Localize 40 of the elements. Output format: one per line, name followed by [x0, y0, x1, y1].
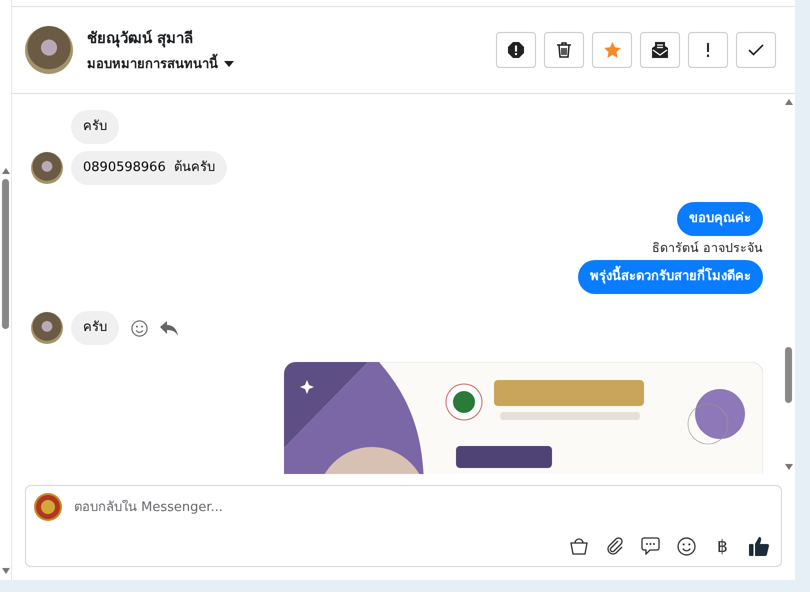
trash-icon — [557, 42, 571, 58]
sender-photo-placeholder — [31, 312, 63, 344]
page-logo-placeholder — [34, 493, 62, 521]
thumbs-up-icon — [748, 536, 768, 556]
message-bubble: ครับ — [71, 110, 119, 144]
currency-button[interactable]: ฿ — [710, 534, 735, 558]
spam-button[interactable] — [496, 32, 536, 68]
message-bubble: 0890598966 ต้นครับ — [71, 151, 227, 185]
message-bubble: ขอบคุณค่ะ — [677, 202, 763, 236]
alert-octagon-icon — [508, 42, 524, 58]
contact-name: ชัยณุวัฒน์ สุมาลี — [87, 28, 194, 50]
reply-icon[interactable] — [160, 320, 178, 336]
caret-icon — [224, 60, 234, 66]
sender-photo-placeholder — [31, 152, 63, 184]
sender-name: ธิดารัตน์ อาจประจัน — [652, 239, 763, 257]
message-bubble: ครับ — [71, 311, 119, 345]
profile-photo-placeholder — [25, 26, 73, 74]
speech-bubble-icon — [641, 537, 660, 555]
exclamation-icon — [706, 43, 710, 57]
paperclip-icon — [606, 537, 624, 555]
star-button[interactable] — [592, 32, 632, 68]
smiley-icon[interactable] — [131, 320, 148, 336]
shopping-bag-icon — [570, 537, 588, 555]
scroll-down-icon[interactable] — [2, 568, 10, 574]
image-attachment-placeholder[interactable] — [284, 362, 763, 474]
delete-button[interactable] — [544, 32, 584, 68]
scroll-up-icon[interactable] — [784, 99, 792, 105]
assign-conversation-dropdown[interactable]: มอบหมายการสนทนานี้ — [87, 53, 234, 74]
star-icon — [604, 42, 620, 58]
like-button[interactable] — [746, 534, 771, 558]
scrollbar-thumb[interactable] — [785, 347, 792, 403]
message-bubble: พรุ่งนี้สะดวกรับสายกี่โมงดีคะ — [578, 260, 763, 294]
scroll-down-icon[interactable] — [784, 464, 792, 470]
envelope-icon — [652, 42, 668, 58]
scroll-up-icon[interactable] — [2, 168, 10, 174]
checkmark-icon — [748, 44, 764, 56]
smiley-icon — [677, 536, 696, 556]
scrollbar-thumb[interactable] — [2, 179, 9, 329]
unread-button[interactable] — [640, 32, 680, 68]
done-button[interactable] — [736, 32, 776, 68]
